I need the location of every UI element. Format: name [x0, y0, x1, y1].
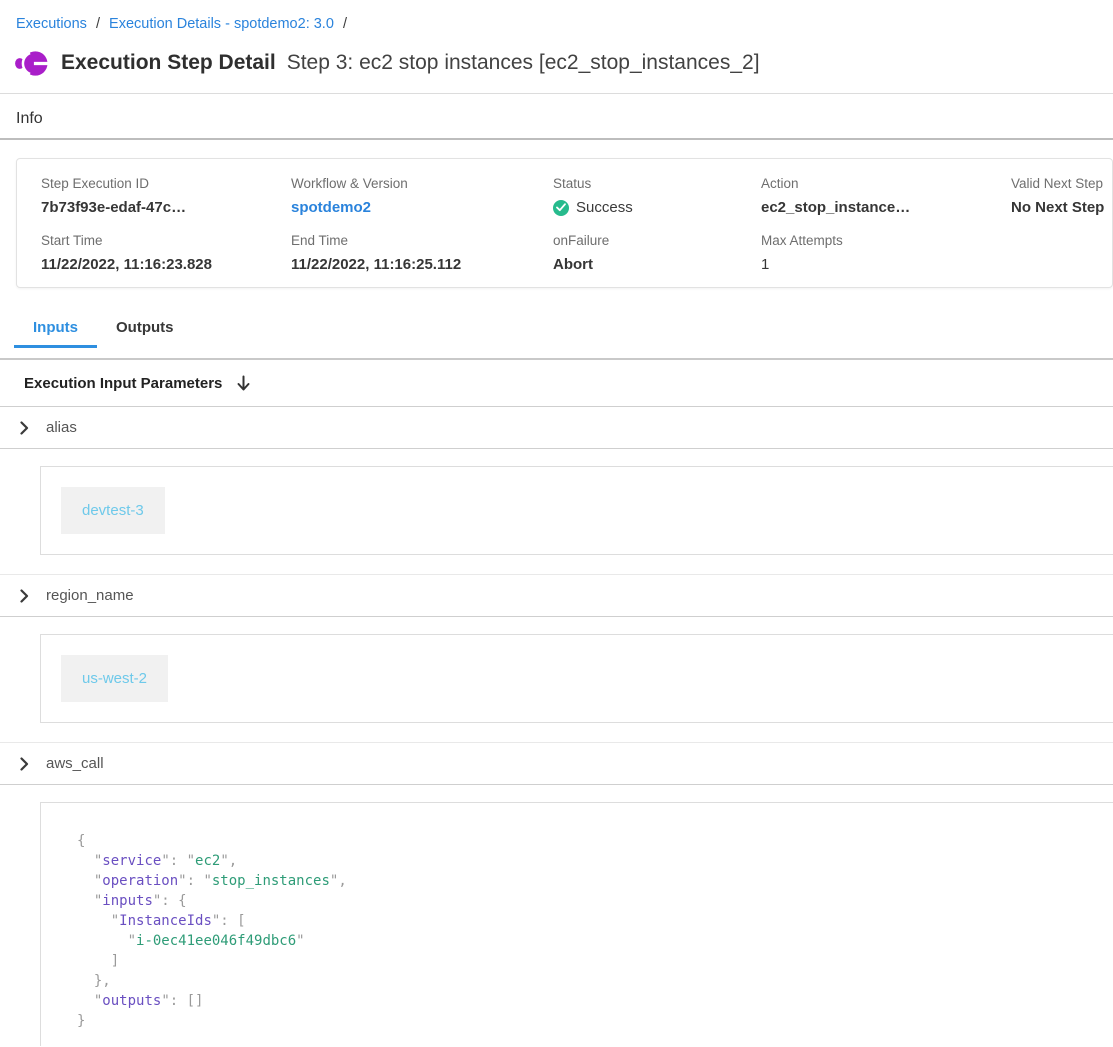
field-label: Valid Next Step — [1011, 176, 1112, 191]
field-label: Max Attempts — [761, 233, 1011, 248]
field-value: Abort — [553, 256, 761, 273]
tab-outputs[interactable]: Outputs — [97, 313, 193, 348]
field-value: 7b73f93e-edaf-47c… — [41, 199, 291, 216]
divider — [0, 448, 1113, 449]
chevron-right-icon — [20, 421, 29, 435]
field-workflow-version: Workflow & Version spotdemo2 — [291, 176, 553, 217]
execution-input-parameters-header: Execution Input Parameters — [0, 360, 1113, 406]
param-value-box-aws-call: { "service": "ec2", "operation": "stop_i… — [40, 802, 1113, 1046]
chevron-right-icon — [20, 757, 29, 771]
success-check-icon — [553, 200, 569, 216]
workflow-logo-icon — [15, 50, 48, 77]
param-value-box-region-name: us-west-2 — [40, 634, 1113, 723]
field-label: Start Time — [41, 233, 291, 248]
field-label: End Time — [291, 233, 553, 248]
page-subtitle: Step 3: ec2 stop instances [ec2_stop_ins… — [287, 51, 760, 75]
aws-call-json-code: { "service": "ec2", "operation": "stop_i… — [77, 831, 1113, 1031]
divider — [0, 616, 1113, 617]
breadcrumb-link-executions[interactable]: Executions — [16, 16, 87, 32]
field-value: No Next Step — [1011, 199, 1112, 216]
field-value: 1 — [761, 256, 1011, 273]
field-label: Action — [761, 176, 1011, 191]
workflow-link[interactable]: spotdemo2 — [291, 199, 371, 216]
breadcrumb-trailing-separator: / — [343, 16, 347, 32]
field-label: Workflow & Version — [291, 176, 553, 191]
status-badge: Success — [576, 199, 633, 216]
divider — [0, 784, 1113, 785]
field-action: Action ec2_stop_instance… — [761, 176, 1011, 217]
info-card: Step Execution ID 7b73f93e-edaf-47c… Wor… — [16, 158, 1113, 288]
field-start-time: Start Time 11/22/2022, 11:16:23.828 — [41, 233, 291, 273]
param-name: alias — [46, 419, 77, 436]
divider — [0, 138, 1113, 140]
field-onfailure: onFailure Abort — [553, 233, 761, 273]
param-value-box-alias: devtest-3 — [40, 466, 1113, 555]
breadcrumb-link-execution-details[interactable]: Execution Details - spotdemo2: 3.0 — [109, 16, 334, 32]
field-status: Status Success — [553, 176, 761, 217]
param-row-alias[interactable]: alias — [0, 407, 1113, 448]
tab-inputs[interactable]: Inputs — [14, 313, 97, 348]
divider — [0, 93, 1113, 94]
field-value: ec2_stop_instance… — [761, 199, 1011, 216]
param-row-region-name[interactable]: region_name — [0, 575, 1113, 616]
field-valid-next-step: Valid Next Step No Next Step — [1011, 176, 1112, 217]
arrow-down-icon[interactable] — [236, 375, 251, 392]
field-value: 11/22/2022, 11:16:23.828 — [41, 256, 291, 273]
chevron-right-icon — [20, 589, 29, 603]
param-row-aws-call[interactable]: aws_call — [0, 743, 1113, 784]
info-section-title: Info — [16, 110, 1113, 128]
param-name: aws_call — [46, 755, 104, 772]
param-value-chip: devtest-3 — [61, 487, 165, 534]
field-label: Status — [553, 176, 761, 191]
param-value-chip: us-west-2 — [61, 655, 168, 702]
execution-input-parameters-title: Execution Input Parameters — [24, 375, 222, 392]
field-end-time: End Time 11/22/2022, 11:16:25.112 — [291, 233, 553, 273]
breadcrumb: Executions / Execution Details - spotdem… — [16, 16, 1113, 32]
page-title: Execution Step Detail — [61, 51, 276, 75]
tab-bar: Inputs Outputs — [14, 313, 1113, 348]
breadcrumb-separator: / — [96, 16, 100, 32]
field-step-execution-id: Step Execution ID 7b73f93e-edaf-47c… — [41, 176, 291, 217]
page-header: Execution Step Detail Step 3: ec2 stop i… — [15, 45, 1113, 81]
field-label: onFailure — [553, 233, 761, 248]
field-max-attempts: Max Attempts 1 — [761, 233, 1011, 273]
field-label: Step Execution ID — [41, 176, 291, 191]
field-value: 11/22/2022, 11:16:25.112 — [291, 256, 553, 273]
param-name: region_name — [46, 587, 134, 604]
